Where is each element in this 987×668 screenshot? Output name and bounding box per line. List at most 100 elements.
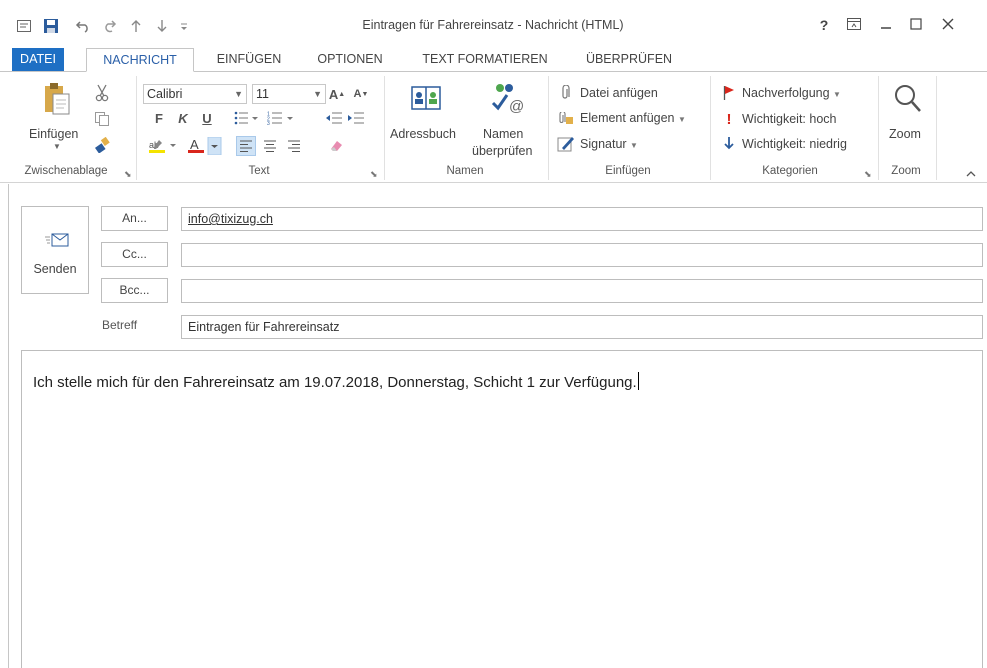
highlight-color-icon[interactable]: ab xyxy=(146,136,180,156)
close-button[interactable] xyxy=(936,14,960,36)
redo-icon[interactable] xyxy=(98,16,120,36)
maximize-icon xyxy=(910,17,922,33)
low-importance-label[interactable]: Wichtigkeit: niedrig xyxy=(742,137,847,151)
followup-dropdown-icon: ▼ xyxy=(833,90,841,99)
cc-field[interactable] xyxy=(181,243,983,267)
message-body-content: Ich stelle mich für den Fahrereinsatz am… xyxy=(33,374,637,391)
cut-icon[interactable] xyxy=(90,82,114,104)
align-center-icon[interactable] xyxy=(260,136,280,156)
signature-dropdown-icon: ▼ xyxy=(630,141,638,150)
help-button[interactable]: ? xyxy=(812,14,836,36)
group-label-include: Einfügen xyxy=(605,165,651,177)
attach-item-label[interactable]: Element anfügen ▼ xyxy=(580,111,686,125)
clipboard-launcher-icon[interactable]: ⬊ xyxy=(124,169,134,179)
group-label-zoom: Zoom xyxy=(891,165,921,177)
subject-field[interactable]: Eintragen für Fahrereinsatz xyxy=(181,315,983,339)
attach-item-text: Element anfügen xyxy=(580,111,675,125)
group-label-clipboard: Zwischenablage xyxy=(24,165,108,177)
down-arrow-icon[interactable] xyxy=(152,16,172,36)
low-importance-icon[interactable] xyxy=(720,134,738,152)
paperclip-icon[interactable] xyxy=(556,84,574,102)
zoom-button-label[interactable]: Zoom xyxy=(889,127,921,141)
followup-label[interactable]: Nachverfolgung ▼ xyxy=(742,86,841,100)
copy-icon[interactable] xyxy=(90,108,114,130)
grow-font-icon[interactable]: A ▲ xyxy=(328,84,346,104)
bullets-icon[interactable] xyxy=(232,108,262,128)
paste-icon[interactable] xyxy=(36,82,76,118)
collapse-ribbon-icon[interactable] xyxy=(964,166,978,180)
increase-indent-icon[interactable] xyxy=(346,108,366,128)
to-button[interactable]: An... xyxy=(101,206,168,231)
maximize-button[interactable] xyxy=(904,14,928,36)
font-size-dropdown-icon: ▼ xyxy=(313,89,322,99)
message-body[interactable]: Ich stelle mich für den Fahrereinsatz am… xyxy=(21,350,983,668)
bold-button[interactable]: F xyxy=(150,108,168,128)
font-color-icon[interactable]: A xyxy=(184,136,224,156)
font-name-dropdown-icon: ▼ xyxy=(234,89,243,99)
to-recipient[interactable]: info@tixizug.ch xyxy=(188,212,273,226)
tab-text-formatieren[interactable]: TEXT FORMATIEREN xyxy=(410,48,560,72)
decrease-indent-icon[interactable] xyxy=(324,108,344,128)
ribbon-display-icon xyxy=(847,17,861,33)
clear-formatting-icon[interactable] xyxy=(326,136,346,156)
italic-button[interactable]: K xyxy=(174,108,192,128)
svg-text:A: A xyxy=(190,137,199,152)
tab-einfuegen[interactable]: EINFÜGEN xyxy=(205,48,293,72)
check-names-icon[interactable]: @ xyxy=(484,80,530,118)
subject-label: Betreff xyxy=(102,318,138,332)
ribbon-tabs: DATEI NACHRICHT EINFÜGEN OPTIONEN TEXT F… xyxy=(0,48,987,72)
signature-icon[interactable] xyxy=(556,134,576,154)
attach-file-label[interactable]: Datei anfügen xyxy=(580,86,658,100)
attach-item-dropdown-icon: ▼ xyxy=(678,115,686,124)
title-bar: Eintragen für Fahrereinsatz - Nachricht … xyxy=(0,0,987,44)
high-importance-icon[interactable]: ! xyxy=(720,110,738,128)
attach-item-icon[interactable] xyxy=(556,110,574,128)
send-label: Senden xyxy=(33,262,77,276)
font-name-select[interactable]: Calibri ▼ xyxy=(143,84,247,104)
check-names-label-line2[interactable]: überprüfen xyxy=(472,144,532,158)
outlook-app-icon[interactable] xyxy=(14,16,34,36)
signature-text: Signatur xyxy=(580,137,627,151)
bcc-button[interactable]: Bcc... xyxy=(101,278,168,303)
customize-icon[interactable] xyxy=(176,16,192,36)
undo-icon[interactable] xyxy=(72,16,94,36)
send-button[interactable]: Senden xyxy=(21,206,89,294)
font-size-select[interactable]: 11 ▼ xyxy=(252,84,326,104)
numbering-icon[interactable]: 123 xyxy=(264,108,298,128)
align-left-icon[interactable] xyxy=(236,136,256,156)
tab-nachricht[interactable]: NACHRICHT xyxy=(86,48,194,72)
tab-datei[interactable]: DATEI xyxy=(12,48,64,72)
text-launcher-icon[interactable]: ⬊ xyxy=(370,169,380,179)
paste-dropdown-icon[interactable]: ▼ xyxy=(53,142,61,151)
tags-launcher-icon[interactable]: ⬊ xyxy=(864,169,874,179)
underline-button[interactable]: U xyxy=(198,108,216,128)
followup-text: Nachverfolgung xyxy=(742,86,830,100)
font-name-value: Calibri xyxy=(147,87,183,101)
flag-icon[interactable] xyxy=(720,84,738,102)
font-size-value: 11 xyxy=(256,87,269,101)
format-painter-icon[interactable] xyxy=(90,134,114,156)
address-book-label[interactable]: Adressbuch xyxy=(390,127,456,141)
address-book-icon[interactable] xyxy=(402,82,450,116)
signature-label[interactable]: Signatur ▼ xyxy=(580,137,638,151)
minimize-button[interactable] xyxy=(874,14,898,36)
align-right-icon[interactable] xyxy=(284,136,304,156)
bcc-field[interactable] xyxy=(181,279,983,303)
ribbon-display-options-button[interactable] xyxy=(842,14,866,36)
text-caret xyxy=(637,372,639,390)
group-label-tags: Kategorien xyxy=(762,165,818,177)
tab-optionen[interactable]: OPTIONEN xyxy=(305,48,395,72)
check-names-label-line1[interactable]: Namen xyxy=(483,127,523,141)
to-field[interactable]: info@tixizug.ch xyxy=(181,207,983,231)
tab-ueberpruefen[interactable]: ÜBERPRÜFEN xyxy=(575,48,683,72)
zoom-magnifier-icon[interactable] xyxy=(888,80,928,118)
up-arrow-icon[interactable] xyxy=(126,16,146,36)
high-importance-label[interactable]: Wichtigkeit: hoch xyxy=(742,112,836,126)
save-icon[interactable] xyxy=(40,16,62,36)
send-icon xyxy=(44,231,70,252)
paste-button-label[interactable]: Einfügen xyxy=(29,127,78,141)
message-body-text: Ich stelle mich für den Fahrereinsatz am… xyxy=(33,372,639,391)
close-icon xyxy=(942,17,954,33)
shrink-font-icon[interactable]: A ▼ xyxy=(352,84,370,104)
cc-button[interactable]: Cc... xyxy=(101,242,168,267)
